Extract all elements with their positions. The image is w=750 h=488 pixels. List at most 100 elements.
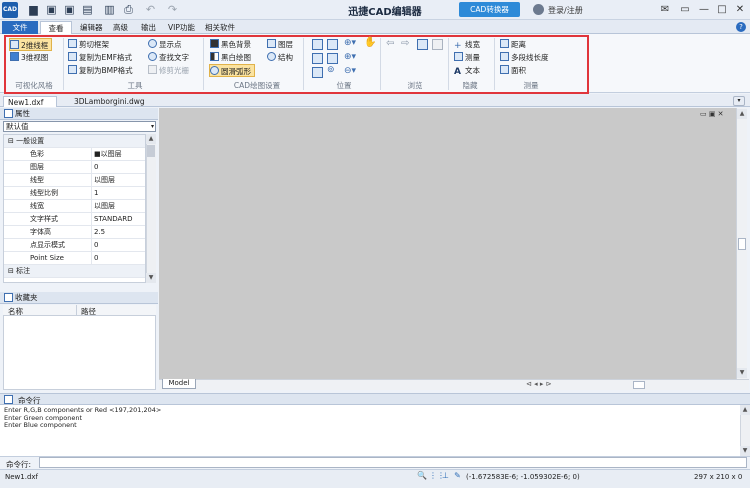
tab-viewer[interactable]: 查看器 [40,21,72,46]
canvas-scroll-down-icon[interactable]: ▼ [737,368,747,378]
line-width-toggle[interactable]: + 线宽 [454,38,480,51]
canvas-vscroll-thumb[interactable] [738,238,746,250]
tab-file[interactable]: 文件 [2,21,38,34]
polyline-length-button[interactable]: 多段线长度 [500,51,549,64]
property-row-layer[interactable]: 图层 0 [4,161,145,174]
clip-frame-button[interactable]: 剪切框架 [68,38,109,51]
property-row-point-mode[interactable]: 点显示模式 0 [4,239,145,252]
canvas-scroll-up-icon[interactable]: ▲ [737,109,747,119]
zoom-window-icon[interactable] [327,39,338,50]
tab-advanced[interactable]: 高级 [108,21,133,34]
property-row-linetype[interactable]: 线型 以图层 [4,174,145,187]
zoom-out-dropdown-icon[interactable]: ⊖▾ [344,66,356,76]
model-tab[interactable]: Model [162,379,196,389]
tab-editor[interactable]: 编辑器 [75,21,108,34]
pan-hand-icon[interactable]: ✋ [364,37,376,48]
category-general[interactable]: ⊟ 一般设置 [4,135,145,148]
tab-related-software[interactable]: 相关软件 [200,21,240,34]
column-name[interactable]: 名称 [8,306,23,317]
group-separator [448,38,449,90]
tab-vip[interactable]: VIP功能 [163,21,200,34]
property-row-linetype-scale[interactable]: 线型比例 1 [4,187,145,200]
zoom-previous-icon[interactable] [312,53,323,64]
area-button[interactable]: 面积 [500,64,526,77]
black-white-drawing-button[interactable]: 黑白绘图 [210,51,251,64]
snap-icon[interactable]: 🔍 [417,471,427,480]
print-icon[interactable]: ⎙ [122,3,135,16]
measure-toggle[interactable]: 测量 [454,51,480,64]
canvas-hscroll-thumb[interactable] [633,381,645,389]
save-as-icon[interactable]: ▣ [63,3,76,16]
save-icon[interactable]: ▣ [45,3,58,16]
back-arrow-icon[interactable]: ⇦ [386,38,394,49]
maximize-button[interactable]: □ [714,2,730,18]
column-path[interactable]: 路径 [81,306,96,317]
scroll-down-icon[interactable]: ▼ [146,273,156,283]
redo-icon[interactable]: ↷ [166,3,179,16]
command-input[interactable] [39,457,747,468]
smooth-arc-button[interactable]: 圆滑弧形 [209,64,255,77]
orbit-icon[interactable]: ⊚ [327,65,335,75]
trim-raster-button[interactable]: 修剪光栅 [148,64,189,77]
feedback-icon[interactable]: ✉ [657,2,673,18]
export-icon[interactable]: ▤ [81,3,94,16]
polar-icon[interactable]: ✎ [453,471,462,480]
user-icon[interactable] [533,4,544,15]
show-points-button[interactable]: 显示点 [148,38,182,51]
document-tab-lamborgini[interactable]: 3DLamborgini.dwg [70,96,145,107]
properties-selector[interactable]: 默认值 ▾ [3,121,156,132]
rotate-view-icon[interactable] [312,67,323,78]
skin-icon[interactable]: ▭ [677,2,693,18]
text-a-icon: A [454,67,461,77]
forward-arrow-icon[interactable]: ⇨ [401,38,409,49]
close-button[interactable]: ✕ [732,2,748,18]
ortho-icon[interactable]: ⊥ [441,471,450,480]
measure-icon [454,52,463,61]
category-dimension[interactable]: ⊟ 标注 [4,265,145,278]
zoom-extents-icon[interactable] [312,39,323,50]
grid-icon[interactable]: ⋮⋮ [429,471,445,480]
distance-button[interactable]: 距离 [500,38,526,51]
layout-nav-arrows[interactable]: ⊲ ◂ ▸ ⊳ [526,380,551,388]
text-toggle[interactable]: A 文本 [454,64,480,77]
view-3d-button[interactable]: 3维视图 [10,51,48,64]
zoom-dropdown-icon[interactable]: ⊕▾ [344,38,356,48]
tab-list-dropdown-icon[interactable]: ▾ [733,96,745,106]
refresh-view-icon[interactable] [417,39,428,50]
copy-emf-button[interactable]: 复制为EMF格式 [68,51,132,64]
structure-button[interactable]: 结构 [267,51,293,64]
property-row-lineweight[interactable]: 线宽 以图层 [4,200,145,213]
wireframe-2d-button[interactable]: 2维线框 [9,38,53,51]
zoom-in-dropdown-icon[interactable]: ⊕▾ [344,52,356,62]
canvas-horizontal-scrollbar[interactable] [159,379,749,390]
command-scroll-down-icon[interactable]: ▼ [740,446,750,456]
property-row-font-height[interactable]: 字体高 2.5 [4,226,145,239]
fit-view-icon[interactable] [327,53,338,64]
tab-output[interactable]: 输出 [136,21,161,34]
document-tab-new1[interactable]: New1.dxf [3,96,57,107]
minimize-button[interactable]: — [696,2,712,18]
save-all-icon[interactable]: ▥ [103,3,116,16]
canvas-window-controls[interactable]: ▭ ▣ ✕ [700,110,724,118]
browse-options-icon[interactable] [432,39,443,50]
favorites-list[interactable] [3,305,156,390]
plus-icon: + [454,41,462,51]
folder-icon[interactable]: ▆ [27,3,40,16]
command-scroll-up-icon[interactable]: ▲ [740,405,750,415]
properties-header: 属性 [0,108,158,120]
scroll-up-icon[interactable]: ▲ [146,134,156,144]
property-row-point-size[interactable]: Point Size 0 [4,252,145,265]
copy-bmp-button[interactable]: 复制为BMP格式 [68,64,133,77]
property-row-text-style[interactable]: 文字样式 STANDARD [4,213,145,226]
cad-converter-button[interactable]: CAD转换器 [459,2,520,17]
find-text-button[interactable]: 查找文字 [148,51,189,64]
layers-button[interactable]: 图层 [267,38,293,51]
login-link[interactable]: 登录/注册 [548,5,583,16]
cube-icon [10,52,19,61]
undo-icon[interactable]: ↶ [144,3,157,16]
property-row-color[interactable]: 色彩 ■以图层 [4,148,145,161]
help-icon[interactable]: ? [736,22,746,32]
drawing-canvas[interactable] [159,108,738,379]
black-background-button[interactable]: 黑色背景 [210,38,251,51]
scroll-thumb[interactable] [147,145,155,157]
